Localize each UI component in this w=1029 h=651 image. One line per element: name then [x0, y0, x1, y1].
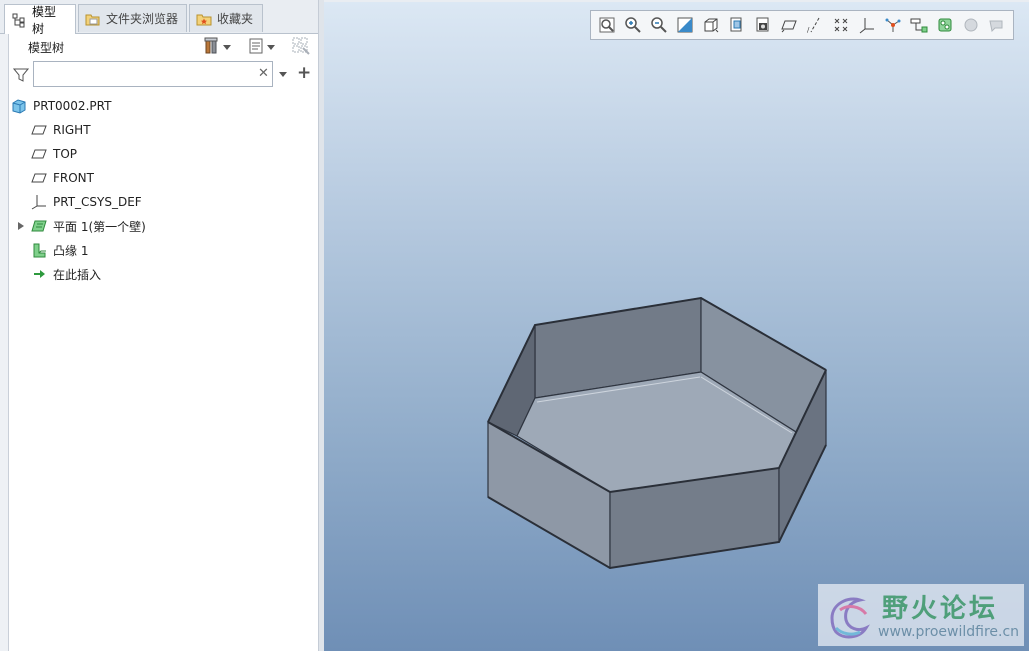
- close-icon[interactable]: ✕: [258, 66, 269, 81]
- tree-item-label: PRT0002.PRT: [33, 99, 112, 113]
- model-tree-header: 模型树: [9, 34, 321, 60]
- graphics-viewport[interactable]: / 野火论坛 www.proewildfire.cn: [324, 0, 1029, 651]
- tree-item-part[interactable]: PRT0002.PRT: [11, 95, 111, 117]
- watermark-title: 野火论坛: [882, 594, 999, 624]
- axis-display-icon[interactable]: /: [803, 13, 827, 37]
- tree-item-flange[interactable]: 凸缘 1: [31, 239, 88, 261]
- disabled-circle-icon[interactable]: [959, 13, 983, 37]
- tree-item-top[interactable]: TOP: [31, 143, 77, 165]
- tools-icon: [203, 37, 221, 58]
- grid-disabled-icon: [291, 36, 311, 59]
- tree-search-row: ✕ +: [9, 61, 321, 91]
- tree-item-right[interactable]: RIGHT: [31, 119, 91, 141]
- point-display-icon[interactable]: [829, 13, 853, 37]
- tab-favorites[interactable]: 收藏夹: [189, 4, 263, 32]
- refit-icon[interactable]: [595, 13, 619, 37]
- tree-item-label: 平面 1(第一个壁): [53, 219, 146, 234]
- svg-text:/: /: [807, 26, 810, 34]
- saved-orientations-icon[interactable]: [725, 13, 749, 37]
- tree-item-label: PRT_CSYS_DEF: [53, 195, 142, 209]
- tab-label: 模型树: [32, 4, 57, 36]
- tree-search-input[interactable]: [33, 61, 273, 87]
- zoom-out-icon[interactable]: [647, 13, 671, 37]
- datum-plane-icon: [31, 122, 47, 138]
- tree-item-label: 在此插入: [53, 267, 102, 282]
- planar-wall-icon: [31, 218, 47, 234]
- tree-item-csys[interactable]: PRT_CSYS_DEF: [31, 191, 142, 213]
- navigator-panel: 模型树 文件夹浏览器 收藏夹 模型树 ✕ + PRT0002.PRT RIGHT…: [0, 0, 321, 651]
- model-tree-icon: [11, 12, 27, 28]
- navigator-tabbar: 模型树 文件夹浏览器 收藏夹: [0, 0, 321, 36]
- tree-settings-button[interactable]: [203, 37, 231, 57]
- add-filter-button[interactable]: +: [297, 64, 311, 82]
- disabled-flag-icon[interactable]: [985, 13, 1009, 37]
- plane-display-icon[interactable]: [777, 13, 801, 37]
- tree-filter-display-button[interactable]: [291, 37, 311, 57]
- chevron-down-icon: [223, 44, 231, 50]
- sheetmetal-hexagon-tray-model[interactable]: [324, 0, 1029, 651]
- datum-plane-icon: [31, 170, 47, 186]
- tree-item-label: TOP: [53, 147, 78, 161]
- list-options-icon: [247, 37, 265, 58]
- view-manager-icon[interactable]: [751, 13, 775, 37]
- insert-here-arrow-icon: [31, 266, 47, 282]
- part-icon: [11, 98, 27, 114]
- chevron-down-icon: [267, 44, 275, 50]
- graphics-toolbar: /: [590, 10, 1014, 40]
- tree-item-label: RIGHT: [53, 123, 91, 137]
- tab-model-tree[interactable]: 模型树: [4, 4, 76, 36]
- datum-plane-icon: [31, 146, 47, 162]
- watermark-url: www.proewildfire.cn: [878, 624, 1020, 640]
- spin-center-icon[interactable]: [881, 13, 905, 37]
- tree-item-label: 凸缘 1: [53, 243, 89, 258]
- panel-edge-strip: [0, 0, 9, 651]
- appearance-icon[interactable]: [933, 13, 957, 37]
- tab-label: 收藏夹: [217, 12, 254, 26]
- expand-arrow-icon[interactable]: [18, 222, 24, 230]
- annotation-display-icon[interactable]: [907, 13, 931, 37]
- tab-label: 文件夹浏览器: [106, 12, 179, 26]
- filter-icon[interactable]: [12, 67, 30, 86]
- chevron-down-icon[interactable]: [279, 72, 287, 77]
- favorites-icon: [196, 11, 212, 27]
- show-options-button[interactable]: [247, 37, 275, 57]
- repaint-icon[interactable]: [673, 13, 697, 37]
- watermark-logo-icon: [822, 588, 878, 645]
- tree-item-planar-wall[interactable]: 平面 1(第一个壁): [31, 215, 146, 237]
- tree-item-front[interactable]: FRONT: [31, 167, 94, 189]
- tree-item-label: FRONT: [53, 171, 94, 185]
- csys-display-icon[interactable]: [855, 13, 879, 37]
- forum-watermark: 野火论坛 www.proewildfire.cn: [818, 584, 1024, 646]
- tab-folder-browser[interactable]: 文件夹浏览器: [78, 4, 187, 32]
- model-tree-title: 模型树: [28, 41, 65, 55]
- flange-icon: [31, 242, 47, 258]
- folder-browser-icon: [85, 11, 101, 27]
- coordinate-system-icon: [31, 194, 47, 210]
- tree-item-insert-here[interactable]: 在此插入: [31, 263, 101, 285]
- zoom-in-icon[interactable]: [621, 13, 645, 37]
- display-style-icon[interactable]: [699, 13, 723, 37]
